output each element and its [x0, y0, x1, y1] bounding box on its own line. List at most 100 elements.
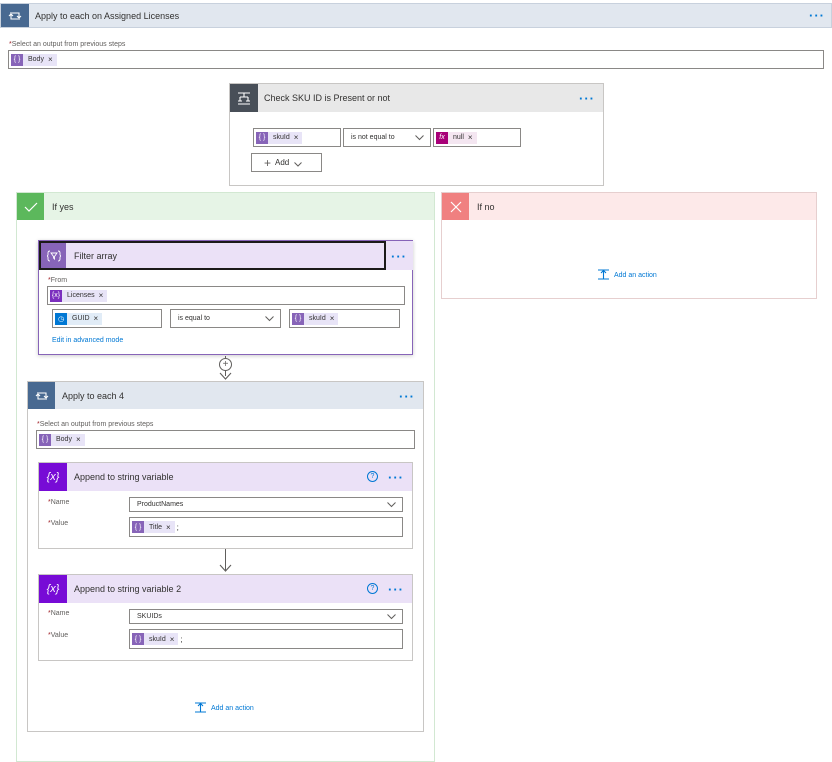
if-no-add-action[interactable]: Add an action	[597, 269, 657, 282]
filter-skuid-token: { } skuId ×	[292, 312, 339, 325]
remove-token-icon[interactable]: ×	[166, 523, 171, 532]
inner-loop-more-icon[interactable]: ···	[399, 390, 415, 403]
outer-loop-title: Apply to each on Assigned Licenses	[35, 10, 180, 21]
chevron-down-icon	[264, 314, 274, 324]
filter-guid-token: ◷ GUID ×	[55, 312, 103, 325]
append2-value-label: *Value	[48, 632, 69, 639]
remove-token-icon[interactable]: ×	[48, 55, 53, 64]
append-value-label: *Value	[48, 520, 69, 527]
append2-value-field[interactable]: { } skuId × ;	[129, 629, 403, 649]
dynamic-content-icon: { }	[132, 521, 144, 533]
append-name-select[interactable]: ProductNames	[129, 497, 403, 512]
filter-array-more-icon[interactable]: ···	[391, 250, 407, 263]
dynamic-content-icon: { }	[11, 53, 23, 66]
inner-loop-select-field[interactable]: { } Body ×	[36, 430, 415, 449]
if-no-add-action-label: Add an action	[614, 272, 657, 279]
help-icon[interactable]: ?	[367, 583, 378, 594]
variable-icon: {x}	[39, 575, 67, 603]
condition-skuid-token: { } skuId ×	[256, 131, 303, 144]
condition-left-field[interactable]: { } skuId ×	[253, 128, 341, 147]
outer-loop-select-field[interactable]: { } Body ×	[8, 50, 824, 69]
append-name-value: ProductNames	[137, 501, 184, 508]
condition-null-token: fx null ×	[436, 131, 477, 144]
dynamic-content-icon: { }	[256, 131, 268, 144]
if-yes-header[interactable]: If yes	[17, 193, 434, 220]
variable-icon: {x}	[39, 463, 67, 491]
if-yes-title: If yes	[52, 201, 74, 212]
condition-add-button[interactable]: + Add	[251, 153, 322, 172]
outer-loop-body-token: { } Body ×	[11, 53, 57, 66]
checkmark-icon	[17, 193, 44, 220]
dynamic-content-icon: { }	[292, 312, 304, 325]
condition-header[interactable]: Check SKU ID is Present or not ···	[230, 84, 603, 112]
remove-token-icon[interactable]: ×	[76, 435, 81, 444]
filter-left-field[interactable]: ◷ GUID ×	[52, 309, 162, 328]
filter-right-field[interactable]: { } skuId ×	[289, 309, 400, 328]
loop-icon	[1, 4, 29, 27]
variable-icon: {x}	[50, 289, 62, 302]
remove-token-icon[interactable]: ×	[468, 133, 473, 142]
filter-operator-value: is equal to	[178, 315, 210, 322]
condition-icon	[230, 84, 258, 112]
arrow-down-icon	[219, 372, 232, 380]
filter-licenses-token: {x} Licenses ×	[50, 289, 108, 302]
chevron-down-icon	[414, 133, 424, 143]
inner-loop-header[interactable]: Apply to each 4 ···	[28, 382, 423, 409]
inner-loop-body-token: { } Body ×	[39, 433, 85, 446]
edit-advanced-mode-link[interactable]: Edit in advanced mode	[52, 337, 123, 344]
outer-loop-header[interactable]: Apply to each on Assigned Licenses ···	[0, 3, 832, 28]
remove-token-icon[interactable]: ×	[94, 314, 99, 323]
outer-loop-more-icon[interactable]: ···	[809, 9, 825, 22]
inner-loop-add-action-label: Add an action	[211, 705, 254, 712]
append-variable-2-header[interactable]: {x} Append to string variable 2 ? ···	[39, 575, 412, 603]
condition-operator-select[interactable]: is not equal to	[343, 128, 431, 147]
remove-token-icon[interactable]: ×	[330, 314, 335, 323]
if-no-branch: If no Add an action	[441, 192, 817, 299]
filter-from-label: *From	[48, 277, 68, 284]
filter-from-field[interactable]: {x} Licenses ×	[47, 286, 405, 305]
insert-step-icon[interactable]: +	[219, 358, 232, 371]
inner-loop-select-label: *Select an output from previous steps	[37, 421, 154, 428]
filter-array-card: Filter array ··· *From {x} Licenses × ◷ …	[38, 240, 413, 355]
filter-array-title: Filter array	[74, 250, 118, 261]
append2-value-suffix: ;	[180, 634, 183, 644]
close-icon	[442, 193, 469, 220]
condition-add-label: Add	[275, 158, 290, 167]
append2-name-select[interactable]: SKUIDs	[129, 609, 403, 624]
expression-icon: fx	[436, 131, 448, 144]
add-action-icon	[597, 269, 610, 282]
append-name-label: *Name	[48, 499, 70, 506]
clock-icon: ◷	[55, 312, 67, 325]
condition-title: Check SKU ID is Present or not	[264, 93, 391, 103]
remove-token-icon[interactable]: ×	[99, 291, 104, 300]
append2-name-value: SKUIDs	[137, 613, 162, 620]
append-variable-header[interactable]: {x} Append to string variable ? ···	[39, 463, 412, 491]
append-variable-2-title: Append to string variable 2	[74, 584, 182, 594]
inner-loop-add-action[interactable]: Add an action	[194, 702, 254, 715]
outer-loop-select-label: *Select an output from previous steps	[9, 41, 126, 48]
append-variable-title: Append to string variable	[74, 472, 174, 482]
append-variable-card: {x} Append to string variable ? ··· *Nam…	[38, 462, 413, 549]
append-variable-more-icon[interactable]: ···	[388, 471, 404, 484]
plus-icon: +	[264, 155, 272, 170]
add-action-icon	[194, 702, 207, 715]
append-value-field[interactable]: { } Title × ;	[129, 517, 403, 537]
append-value-suffix: ;	[176, 522, 179, 532]
append-variable-2-more-icon[interactable]: ···	[388, 583, 404, 596]
condition-card: Check SKU ID is Present or not ··· { } s…	[229, 83, 604, 186]
condition-more-icon[interactable]: ···	[579, 92, 595, 105]
help-icon[interactable]: ?	[367, 471, 378, 482]
condition-operator-value: is not equal to	[351, 134, 395, 141]
condition-right-field[interactable]: fx null ×	[433, 128, 521, 147]
remove-token-icon[interactable]: ×	[294, 133, 299, 142]
chevron-down-icon	[386, 500, 396, 510]
dynamic-content-icon: { }	[132, 633, 144, 645]
arrow-down-icon	[219, 564, 232, 572]
remove-token-icon[interactable]: ×	[170, 635, 175, 644]
chevron-down-icon	[294, 154, 303, 172]
filter-array-header[interactable]: Filter array	[39, 241, 386, 270]
append-title-token: { } Title ×	[132, 521, 175, 533]
dynamic-content-icon: { }	[39, 433, 51, 446]
if-no-header[interactable]: If no	[442, 193, 816, 220]
filter-operator-select[interactable]: is equal to	[170, 309, 281, 328]
